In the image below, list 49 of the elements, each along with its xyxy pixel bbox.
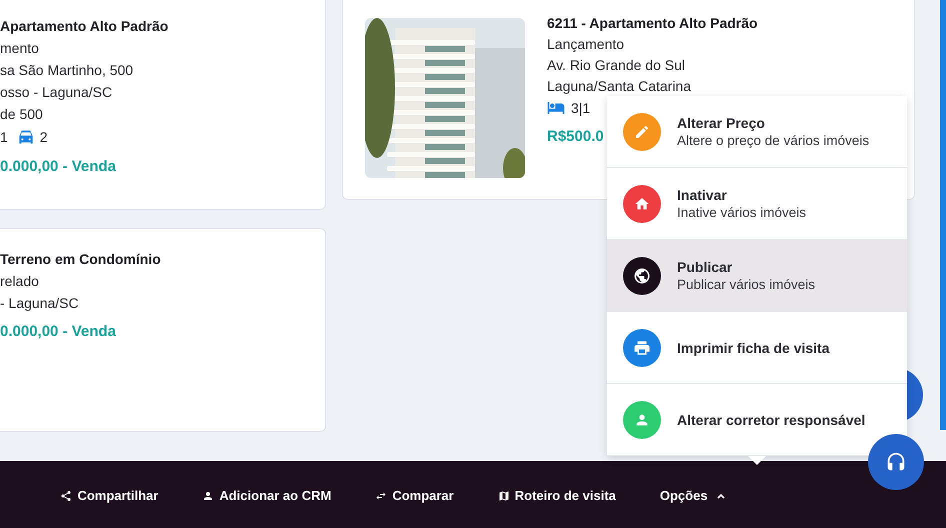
menu-item-subtitle: Altere o preço de vários imóveis [677,133,870,148]
menu-item[interactable]: Imprimir ficha de visita [607,312,907,384]
menu-item-subtitle: Inative vários imóveis [677,205,806,220]
action-button[interactable]: Compartilhar [60,488,158,503]
person-icon [202,490,214,502]
property-detail: sa São Martinho, 500 [0,62,134,78]
property-price: 0.000,00 - Venda [0,323,116,340]
property-detail: relado [0,273,40,289]
bed-icon [547,102,565,114]
property-detail: osso - Laguna/SC [0,84,114,100]
property-detail: mento [0,40,40,56]
menu-item[interactable]: Inativar Inative vários imóveis [607,168,907,240]
property-price: R$500.0 [547,128,604,145]
property-price: 0.000,00 - Venda [0,158,116,175]
action-button[interactable]: Roteiro de visita [498,488,616,503]
action-button[interactable]: Adicionar ao CRM [202,488,332,503]
globe-icon [633,266,651,284]
feature-value: 2 [18,129,48,145]
feature-value: 3|1 [547,100,590,116]
share-icon [60,490,72,502]
menu-pointer [748,456,766,466]
menu-item-title: Publicar [677,259,734,275]
pencil-icon [634,124,650,140]
property-title: Apartamento Alto Padrão [0,18,170,34]
menu-item-title: Inativar [677,187,728,203]
headset-icon [885,451,907,473]
property-detail: Lançamento [547,36,624,52]
property-title: 6211 - Apartamento Alto Padrão [547,15,758,31]
printer-icon [633,338,651,356]
property-detail: - Laguna/SC [0,295,80,311]
action-button[interactable]: Opções [660,488,726,503]
home-icon [634,196,650,212]
menu-item-title: Alterar Preço [677,115,766,131]
feature-value: 1 [0,129,8,145]
action-button[interactable]: Comparar [375,488,454,503]
swap-icon [375,490,388,502]
property-detail: Laguna/Santa Catarina [547,78,691,94]
menu-item[interactable]: Alterar corretor responsável [607,384,907,456]
property-detail: de 500 [0,106,44,122]
menu-item[interactable]: Publicar Publicar vários imóveis [607,240,907,312]
menu-item-subtitle: Publicar vários imóveis [677,277,816,292]
property-detail: Av. Rio Grande do Sul [547,57,686,73]
menu-item-title: Alterar corretor responsável [677,412,866,428]
menu-item-title: Imprimir ficha de visita [677,340,830,356]
menu-item[interactable]: Alterar Preço Altere o preço de vários imóveis [607,96,907,168]
person-icon [634,412,650,428]
property-title: Terreno em Condomínio [0,251,162,267]
map-icon [498,490,510,502]
car-icon [18,130,34,144]
